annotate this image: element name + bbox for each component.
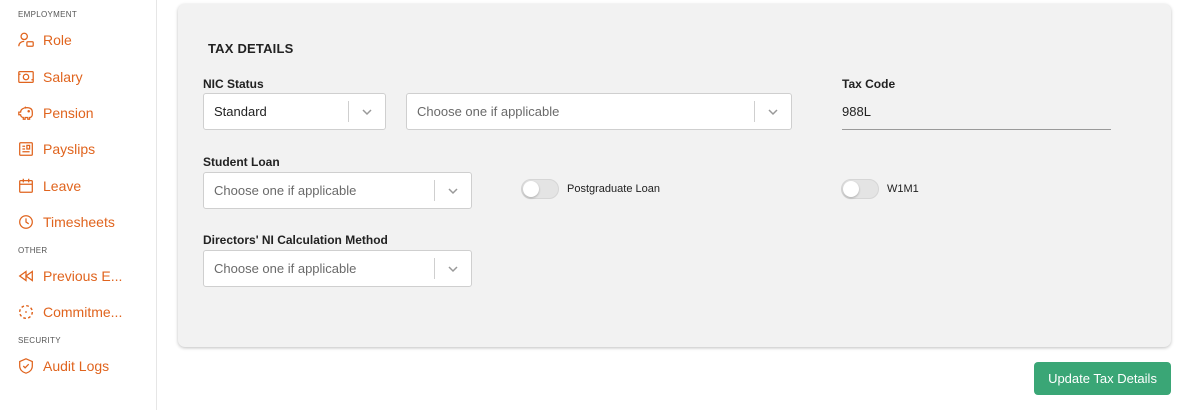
chevron-down-icon[interactable] xyxy=(435,185,471,197)
tax-code-input[interactable] xyxy=(842,93,1111,130)
section-label-other: OTHER xyxy=(18,246,48,255)
user-badge-icon xyxy=(16,30,36,50)
chevron-down-icon[interactable] xyxy=(755,106,791,118)
nic-category-placeholder: Choose one if applicable xyxy=(417,104,560,119)
directors-ni-label: Directors' NI Calculation Method xyxy=(203,233,388,247)
student-loan-placeholder: Choose one if applicable xyxy=(214,183,357,198)
postgraduate-loan-toggle[interactable]: Postgraduate Loan xyxy=(521,179,660,199)
w1m1-toggle[interactable]: W1M1 xyxy=(841,179,919,199)
sidebar-item-label: Payslips xyxy=(43,141,96,157)
dashed-circle-icon xyxy=(16,302,36,322)
sidebar-item-payslips[interactable]: Payslips xyxy=(16,137,146,161)
toggle-switch[interactable] xyxy=(841,179,879,199)
student-loan-select[interactable]: Choose one if applicable xyxy=(203,172,472,209)
student-loan-label: Student Loan xyxy=(203,155,280,169)
sidebar-item-commitments[interactable]: Commitme... xyxy=(16,300,146,324)
postgraduate-loan-label: Postgraduate Loan xyxy=(567,183,660,195)
rewind-icon xyxy=(16,266,36,286)
sidebar-item-label: Audit Logs xyxy=(43,358,110,374)
nic-category-select[interactable]: Choose one if applicable xyxy=(406,93,792,130)
directors-ni-placeholder: Choose one if applicable xyxy=(214,261,357,276)
sidebar-item-label: Salary xyxy=(43,69,83,85)
clock-icon xyxy=(16,212,36,232)
chevron-down-icon[interactable] xyxy=(435,263,471,275)
w1m1-label: W1M1 xyxy=(887,183,919,195)
calendar-icon xyxy=(16,176,36,196)
toggle-switch[interactable] xyxy=(521,179,559,199)
nic-status-label: NIC Status xyxy=(203,77,264,91)
sidebar-item-timesheets[interactable]: Timesheets xyxy=(16,210,146,234)
nic-status-select[interactable]: Standard xyxy=(203,93,386,130)
sidebar-item-label: Timesheets xyxy=(43,214,115,230)
sidebar-item-previous-employment[interactable]: Previous E... xyxy=(16,264,146,288)
banknote-icon xyxy=(16,67,36,87)
section-label-security: SECURITY xyxy=(18,336,61,345)
sidebar-item-salary[interactable]: Salary xyxy=(16,65,146,89)
tax-details-card: TAX DETAILS NIC Status Standard Choose o… xyxy=(178,4,1171,347)
sidebar-item-label: Leave xyxy=(43,178,82,194)
sidebar-item-label: Pension xyxy=(43,105,94,121)
nic-status-value: Standard xyxy=(214,104,267,119)
chevron-down-icon[interactable] xyxy=(349,106,385,118)
sidebar-item-label: Role xyxy=(43,32,72,48)
payslip-icon xyxy=(16,139,36,159)
sidebar-item-label: Commitme... xyxy=(43,304,123,320)
sidebar-item-label: Previous E... xyxy=(43,268,123,284)
sidebar: EMPLOYMENT Role Salary Pension Payslips … xyxy=(0,0,157,410)
sidebar-item-leave[interactable]: Leave xyxy=(16,174,146,198)
toggle-knob xyxy=(843,181,859,197)
section-label-employment: EMPLOYMENT xyxy=(18,10,78,19)
shield-check-icon xyxy=(16,356,36,376)
sidebar-item-audit-logs[interactable]: Audit Logs xyxy=(16,354,146,378)
toggle-knob xyxy=(523,181,539,197)
sidebar-item-pension[interactable]: Pension xyxy=(16,101,146,125)
card-title: TAX DETAILS xyxy=(208,41,294,56)
tax-code-label: Tax Code xyxy=(842,77,896,91)
sidebar-item-role[interactable]: Role xyxy=(16,28,146,52)
update-tax-details-button[interactable]: Update Tax Details xyxy=(1034,362,1171,395)
piggy-bank-icon xyxy=(16,103,36,123)
directors-ni-select[interactable]: Choose one if applicable xyxy=(203,250,472,287)
